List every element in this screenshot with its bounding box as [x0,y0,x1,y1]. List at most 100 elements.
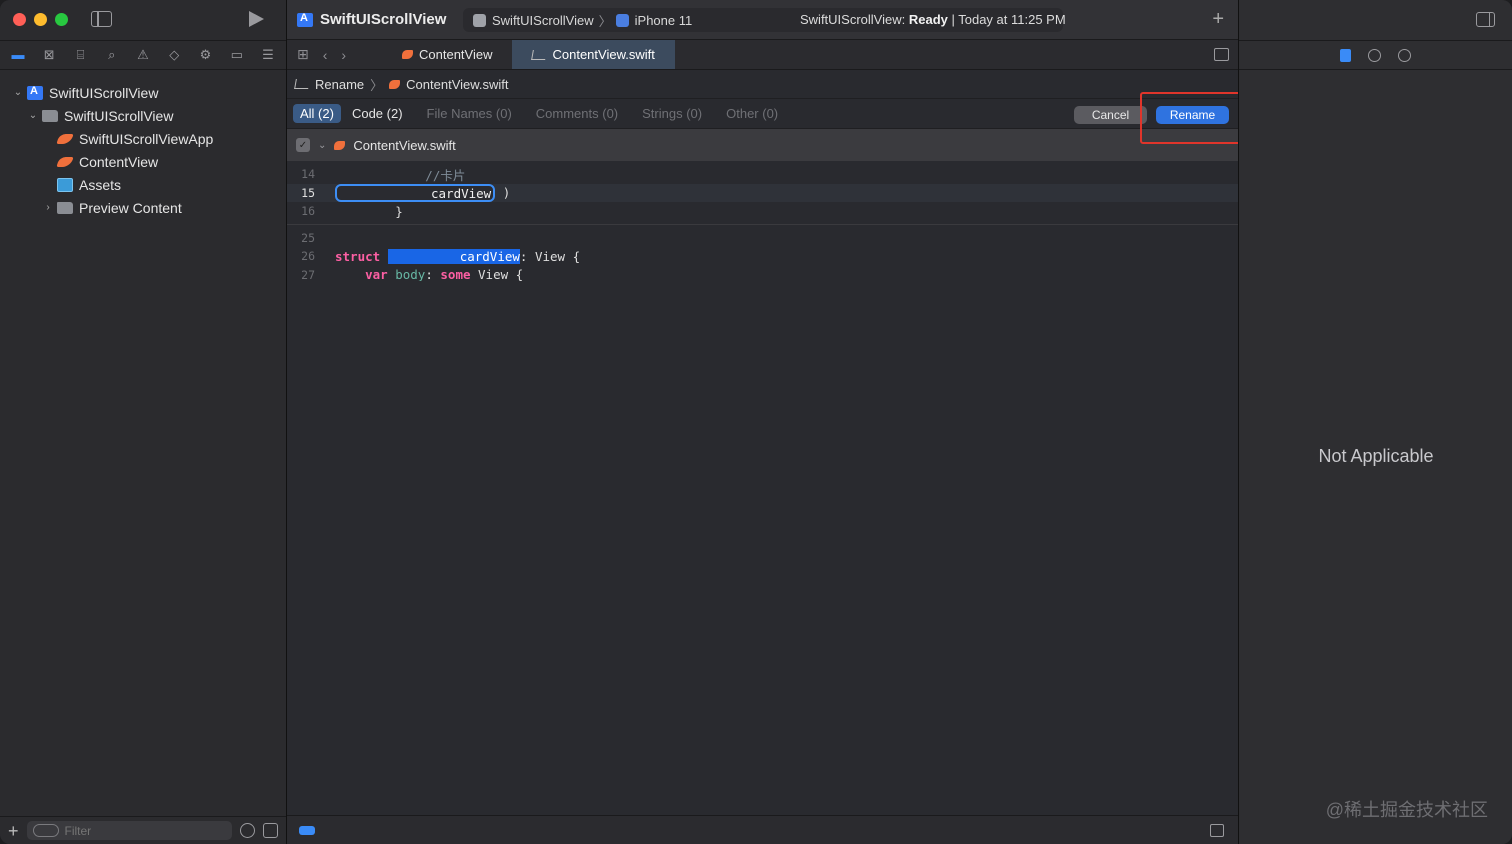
activity-area: SwiftUIScrollView 〉 iPhone 11 SwiftUIScr… [463,8,1239,32]
forward-icon[interactable]: › [341,47,346,63]
sidebar-toggle-icon[interactable] [91,11,112,27]
scope-strings[interactable]: Strings (0) [635,104,709,123]
tree-item-contentview[interactable]: ContentView [0,150,286,173]
code-line: 16 } [287,202,1238,221]
tree-item-label: Preview Content [79,199,182,216]
code-keyword: struct [335,248,381,264]
chevron-down-icon[interactable]: ⌄ [28,110,38,121]
tree-item-assets[interactable]: Assets [0,173,286,196]
breadcrumb-file[interactable]: ContentView.swift [406,77,508,92]
breakpoint-navigator-icon[interactable]: ▭ [229,48,245,62]
scope-code[interactable]: Code (2) [345,104,410,123]
report-navigator-icon[interactable]: ☰ [260,48,276,62]
chevron-right-icon[interactable]: › [43,202,53,213]
navigator-filter [26,821,232,840]
swift-file-icon [334,140,346,150]
line-number: 26 [301,249,315,264]
scheme-selector[interactable]: SwiftUIScrollView [473,13,594,28]
tree-item-app-file[interactable]: SwiftUIScrollViewApp [0,127,286,150]
project-title: SwiftUIScrollView [297,11,446,28]
project-title-label: SwiftUIScrollView [320,11,447,28]
code-text: View { [470,267,524,283]
scope-comments[interactable]: Comments (0) [529,104,625,123]
scope-other[interactable]: Other (0) [719,104,785,123]
folder-icon [42,109,58,122]
rename-file-header: ✓ ⌄ ContentView.swift [287,129,1238,161]
library-add-button[interactable]: + [1212,9,1224,29]
folder-navigator-icon[interactable]: ▬ [10,48,26,62]
rename-field[interactable]: cardView [335,183,496,202]
swift-file-icon [57,155,73,169]
run-button[interactable] [249,11,264,27]
code-text: : View { [519,248,581,264]
tab-contentview[interactable]: ContentView [382,40,512,69]
swift-file-icon [402,50,413,59]
include-file-checkbox[interactable]: ✓ [296,138,310,152]
rename-icon [294,79,310,89]
code-line: 26 struct cardView : View { [287,247,1238,266]
debug-navigator-icon[interactable]: ⚙ [198,48,214,62]
tree-item-label: Assets [79,176,122,193]
add-icon[interactable]: + [8,822,19,840]
line-number: 14 [301,167,315,182]
tree-item-label: SwiftUIScrollView [64,107,174,124]
code-comment: //卡片 [335,167,466,183]
window-toolbar: SwiftUIScrollView SwiftUIScrollView 〉 iP… [287,0,1238,40]
console-toggle-icon[interactable] [1210,824,1224,837]
tree-item-project[interactable]: ⌄ SwiftUIScrollView [0,81,286,104]
code-line: 14 //卡片 [287,165,1238,184]
debug-area-toggle-icon[interactable] [299,826,315,835]
editor-tab-bar: ⊞ ‹ › ContentView ContentView.swift [287,40,1238,70]
watermark: @稀土掘金技术社区 [1325,800,1488,820]
code-text: ) [495,185,511,201]
issue-navigator-icon[interactable]: ⚠ [135,48,151,62]
simulator-icon [615,13,629,27]
chevron-down-icon[interactable]: ⌄ [13,87,23,98]
tab-contentview-swift[interactable]: ContentView.swift [512,40,675,69]
find-navigator-icon[interactable]: ⌕ [104,48,120,62]
tree-item-label: SwiftUIScrollViewApp [79,130,214,147]
chevron-down-icon[interactable]: ⌄ [318,140,326,151]
breadcrumb-rename[interactable]: Rename [315,77,364,92]
source-control-filter-icon[interactable] [262,823,278,838]
grid-icon[interactable]: ⊞ [297,46,309,63]
destination-selector[interactable]: iPhone 11 [615,12,693,28]
scope-all[interactable]: All (2) [293,104,341,123]
navigator-selector-bar: ▬ ⊠ ⌸ ⌕ ⚠ ◇ ⚙ ▭ ☰ [0,40,286,70]
project-icon [27,85,43,100]
inspector-panel: Not Applicable [1238,0,1512,844]
swift-file-icon [389,79,401,89]
tree-item-label: ContentView [79,153,159,170]
code-snippet: 25 26 struct cardView : View { 27 var bo… [287,225,1238,288]
tree-item-preview-content[interactable]: › Preview Content [0,196,286,219]
assets-icon [57,177,73,192]
scope-file-names[interactable]: File Names (0) [420,104,519,123]
zoom-window-button[interactable] [55,13,68,26]
help-inspector-icon[interactable] [1398,48,1411,62]
tree-item-group[interactable]: ⌄ SwiftUIScrollView [0,104,286,127]
back-icon[interactable]: ‹ [323,47,328,63]
add-editor-icon[interactable] [1214,48,1229,61]
inspector-toggle-icon[interactable] [1476,12,1495,27]
source-control-navigator-icon[interactable]: ⊠ [41,48,57,62]
symbol-navigator-icon[interactable]: ⌸ [73,48,89,62]
editor-empty-area [287,281,1238,815]
cancel-button[interactable]: Cancel [1074,106,1147,124]
line-number: 25 [301,230,315,245]
test-navigator-icon[interactable]: ◇ [166,48,182,62]
code-keyword: some [440,267,471,283]
close-window-button[interactable] [13,13,26,26]
file-inspector-icon[interactable] [1340,48,1351,62]
minimize-window-button[interactable] [34,13,47,26]
filter-input[interactable] [64,823,195,838]
rename-occurrence[interactable]: cardView [387,248,520,264]
build-status: SwiftUIScrollView: Ready | Today at 11:2… [800,12,1066,27]
project-icon [297,12,313,27]
scheme-label: SwiftUIScrollView [492,12,594,28]
xcode-window: ▬ ⊠ ⌸ ⌕ ⚠ ◇ ⚙ ▭ ☰ ⌄ SwiftUIScrollView ⌄ … [0,0,1512,844]
history-inspector-icon[interactable] [1368,48,1381,62]
recent-files-icon[interactable] [239,823,255,838]
destination-label: iPhone 11 [634,12,693,28]
filter-options-icon[interactable] [32,824,59,837]
line-number: 27 [301,267,315,282]
